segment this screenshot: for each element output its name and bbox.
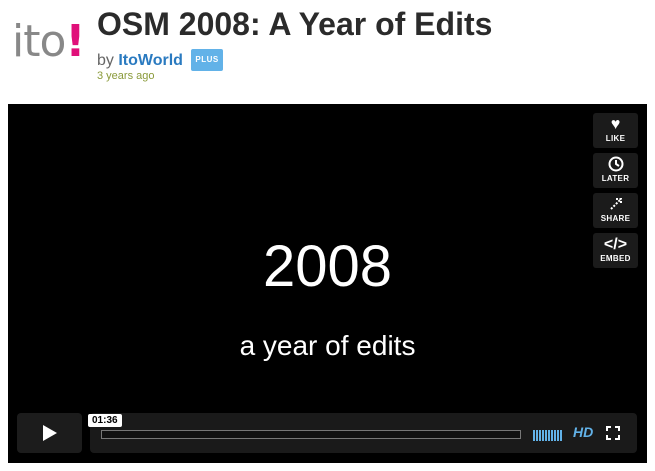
share-icon [593, 196, 638, 214]
like-button[interactable]: ♥ LIKE [593, 113, 638, 148]
share-button[interactable]: SHARE [593, 193, 638, 228]
player-sidebar: ♥ LIKE LATER SHARE </> EMBED [593, 113, 638, 273]
logo-accent: ! [65, 16, 85, 67]
share-label: SHARE [600, 214, 631, 223]
video-frame-subtitle: a year of edits [239, 330, 416, 361]
heart-icon: ♥ [610, 116, 621, 133]
like-label: LIKE [605, 134, 626, 143]
hd-toggle[interactable]: HD [573, 424, 593, 440]
progress-bar[interactable] [101, 430, 521, 439]
play-button[interactable] [17, 413, 82, 453]
later-label: LATER [601, 174, 630, 183]
video-frame-year: 2008 [262, 234, 393, 299]
play-icon [43, 425, 57, 441]
embed-button[interactable]: </> EMBED [593, 233, 638, 268]
by-label: by [97, 52, 114, 69]
video-title: OSM 2008: A Year of Edits [97, 6, 493, 42]
video-header: ito! OSM 2008: A Year of Edits by ItoWor… [0, 0, 655, 100]
author-link[interactable]: ItoWorld [118, 52, 183, 69]
posted-time: 3 years ago [97, 70, 155, 82]
watch-later-button[interactable]: LATER [593, 153, 638, 188]
code-icon: </> [603, 236, 628, 253]
embed-label: EMBED [600, 254, 631, 263]
plus-badge: PLUS [191, 49, 223, 71]
clock-icon [593, 156, 638, 174]
volume-control[interactable] [533, 428, 563, 446]
control-bar: HD [90, 413, 637, 453]
fullscreen-icon[interactable] [606, 426, 620, 445]
video-player[interactable]: 2008 a year of edits ♥ LIKE LATER SHARE … [8, 104, 647, 463]
logo-text: ito [12, 16, 66, 67]
byline: by ItoWorld PLUS [97, 49, 223, 71]
ito-logo[interactable]: ito! [12, 12, 85, 72]
timecode: 01:36 [88, 414, 122, 427]
